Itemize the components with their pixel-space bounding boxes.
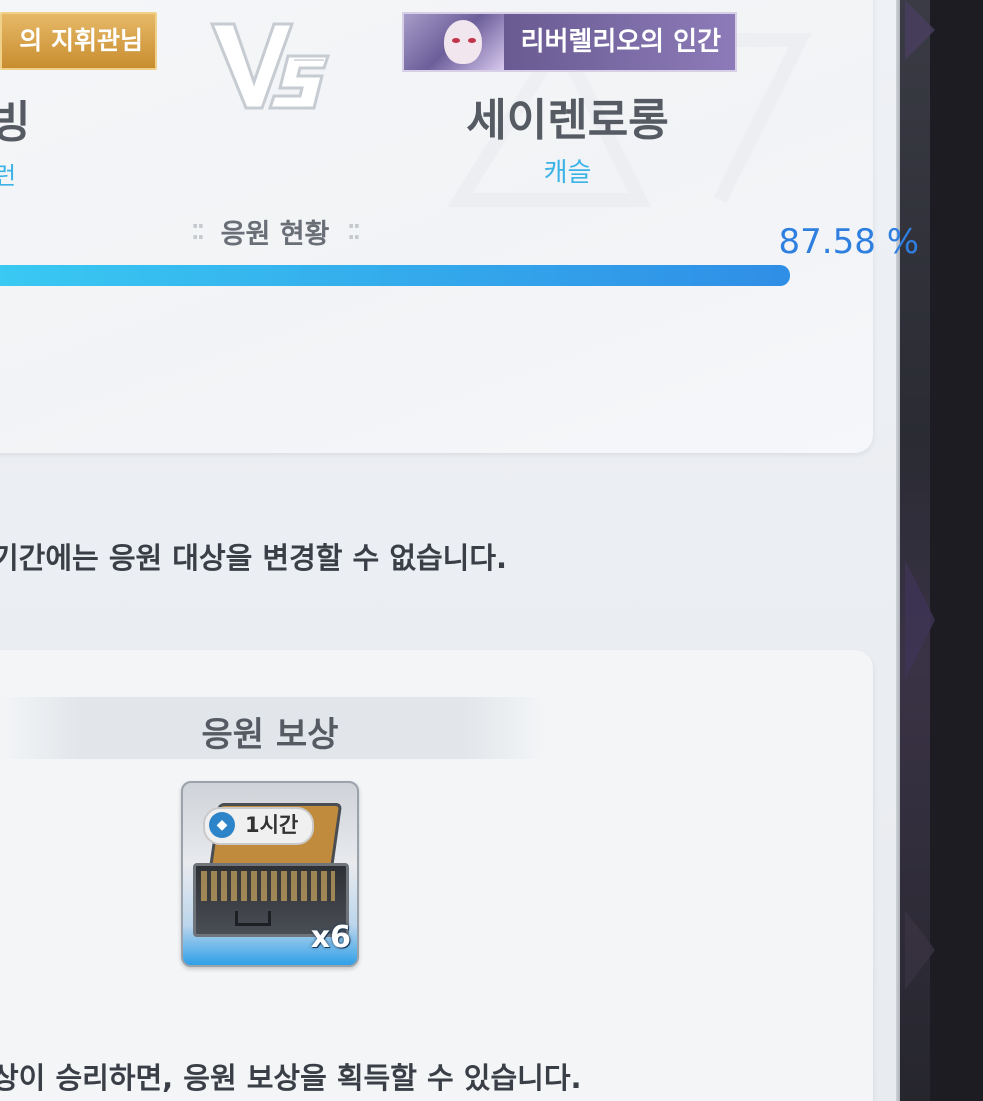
left-title-label: 의 지휘관님 (19, 26, 143, 55)
right-contestant-sub: 캐슬 (543, 158, 592, 188)
support-status-label: 응원 현황 (220, 219, 330, 250)
left-contestant-name: 빙 (0, 97, 31, 148)
item-duration-badge: ◆ 1시간 (203, 807, 315, 845)
reward-title: 응원 보상 (201, 715, 339, 755)
vs-logo-icon (209, 22, 331, 110)
avatar (404, 14, 504, 70)
support-status-header: ⁚⁚ 응원 현황 ⁚⁚ (160, 212, 390, 251)
support-progress-bar (0, 265, 790, 286)
item-duration-label: 1시간 (245, 813, 299, 837)
lock-notice: 기간에는 응원 대상을 변경할 수 없습니다. (0, 541, 508, 575)
reward-notice: 상이 승리하면, 응원 보상을 획득할 수 있습니다. (0, 1061, 582, 1095)
support-progress-fill (0, 265, 790, 286)
dots-decoration-icon: ⁚⁚ (347, 219, 360, 244)
right-title-plate: 리버렐리오의 인간 (402, 12, 737, 72)
left-title-plate: 의 지휘관님 (0, 12, 157, 70)
dots-decoration-icon: ⁚⁚ (191, 219, 204, 244)
right-contestant-name: 세이렌로롱 (466, 95, 669, 146)
right-title-label: 리버렐리오의 인간 (520, 27, 721, 57)
cube-icon: ◆ (209, 812, 235, 838)
side-edge (930, 0, 983, 1101)
left-contestant-sub: 런 (0, 162, 17, 190)
item-quantity: x6 (310, 920, 351, 955)
support-percent: 87.58 % (778, 222, 919, 262)
reward-item[interactable]: ◆ 1시간 x6 (181, 781, 359, 967)
